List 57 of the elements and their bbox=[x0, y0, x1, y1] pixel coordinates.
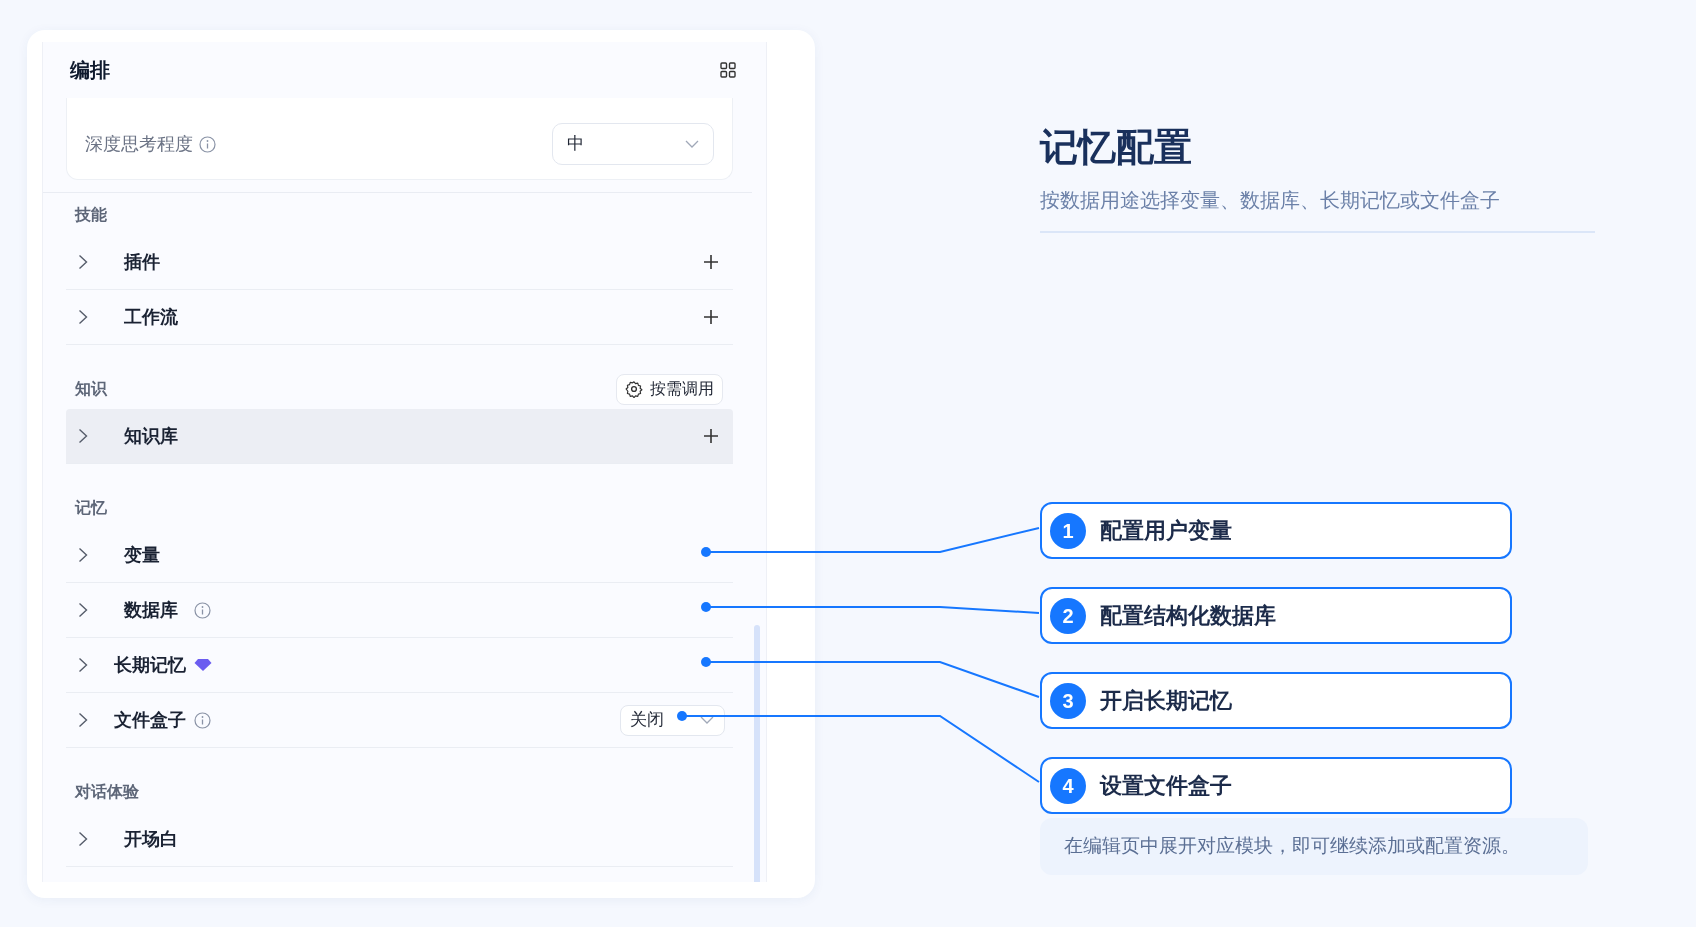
step-number: 2 bbox=[1050, 597, 1086, 634]
chevron-right-icon[interactable] bbox=[78, 602, 88, 618]
select-value: 中 bbox=[567, 133, 584, 156]
chevron-right-icon[interactable] bbox=[78, 309, 88, 325]
list-row[interactable]: 插件 bbox=[66, 235, 733, 290]
list-row[interactable]: 工作流 bbox=[66, 290, 733, 345]
step-text: 配置用户变量 bbox=[1100, 517, 1232, 545]
step-number: 4 bbox=[1050, 767, 1086, 804]
list-row[interactable]: 开场白 bbox=[66, 812, 733, 867]
section-heading: 记忆 bbox=[75, 498, 107, 518]
plus-icon[interactable] bbox=[703, 309, 719, 325]
chevron-down-icon bbox=[700, 715, 714, 725]
item-label: 长期记忆 bbox=[114, 653, 186, 677]
guide-title: 记忆配置 bbox=[1040, 125, 1193, 170]
chevron-right-icon[interactable] bbox=[78, 428, 88, 444]
info-icon[interactable] bbox=[199, 135, 216, 153]
panel-title: 编排 bbox=[70, 58, 110, 83]
info-icon[interactable] bbox=[194, 711, 211, 729]
step-text: 开启长期记忆 bbox=[1100, 687, 1232, 715]
setting-label: 深度思考程度 bbox=[85, 132, 193, 156]
list-row[interactable]: 知识库 bbox=[66, 409, 733, 464]
section-heading: 知识 bbox=[75, 379, 107, 399]
chevron-down-icon bbox=[685, 139, 699, 149]
list-row[interactable]: 数据库 bbox=[66, 583, 733, 638]
chevron-right-icon[interactable] bbox=[78, 712, 88, 728]
section-heading: 技能 bbox=[75, 205, 107, 225]
plus-icon[interactable] bbox=[703, 428, 719, 444]
select-field[interactable]: 关闭 bbox=[620, 704, 725, 736]
step-number: 3 bbox=[1050, 682, 1086, 719]
note-text: 在编辑页中展开对应模块，即可继续添加或配置资源。 bbox=[1040, 818, 1588, 875]
chevron-right-icon[interactable] bbox=[78, 657, 88, 673]
guide-subtitle: 按数据用途选择变量、数据库、长期记忆或文件盒子 bbox=[1040, 188, 1501, 213]
scrollbar[interactable] bbox=[754, 625, 760, 882]
settings-icon bbox=[625, 380, 643, 398]
chevron-right-icon[interactable] bbox=[78, 254, 88, 270]
list-row[interactable]: 变量 bbox=[66, 528, 733, 583]
item-label: 插件 bbox=[124, 250, 160, 274]
step-text: 设置文件盒子 bbox=[1100, 772, 1232, 800]
item-label: 变量 bbox=[124, 543, 160, 567]
step-number: 1 bbox=[1050, 512, 1086, 549]
item-label: 知识库 bbox=[124, 424, 178, 448]
item-label: 工作流 bbox=[124, 305, 178, 329]
chevron-right-icon[interactable] bbox=[78, 831, 88, 847]
select-field[interactable]: 中 bbox=[552, 123, 714, 165]
item-label: 文件盒子 bbox=[114, 708, 186, 732]
step-text: 配置结构化数据库 bbox=[1100, 602, 1276, 630]
item-label: 开场白 bbox=[124, 827, 178, 851]
chevron-right-icon[interactable] bbox=[78, 547, 88, 563]
on-demand-button[interactable]: 按需调用 bbox=[616, 373, 723, 405]
grid-icon[interactable] bbox=[720, 62, 736, 78]
info-icon[interactable] bbox=[194, 601, 211, 619]
item-label: 数据库 bbox=[124, 598, 178, 622]
list-row[interactable]: 长期记忆 bbox=[66, 638, 733, 693]
plus-icon[interactable] bbox=[703, 254, 719, 270]
list-row[interactable]: 文件盒子 关闭 bbox=[66, 693, 733, 748]
section-heading: 对话体验 bbox=[75, 782, 139, 802]
select-value: 关闭 bbox=[630, 709, 664, 732]
